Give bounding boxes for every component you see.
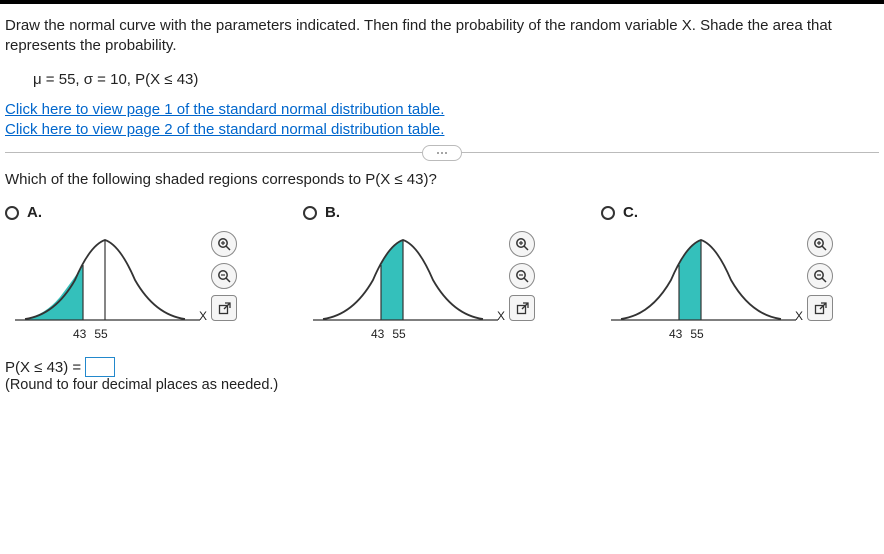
option-a-tick1: 43 <box>73 327 86 341</box>
radio-option-b[interactable] <box>303 206 317 220</box>
answer-row: P(X ≤ 43) = <box>5 357 879 377</box>
option-b-label: B. <box>325 204 340 221</box>
option-c-header: C. <box>601 204 879 221</box>
option-c-tick2: 55 <box>690 327 703 341</box>
option-b-graph-row: X 43 55 <box>303 225 581 339</box>
answer-input[interactable] <box>85 357 115 377</box>
option-c: C. X 43 55 <box>601 204 879 339</box>
radio-option-a[interactable] <box>5 206 19 220</box>
instruction-text: Draw the normal curve with the parameter… <box>5 16 879 57</box>
option-a-tools <box>211 231 237 321</box>
option-b-ticks: 43 55 <box>371 327 406 341</box>
reference-links: Click here to view page 1 of the standar… <box>5 100 879 141</box>
radio-option-c[interactable] <box>601 206 615 220</box>
popout-icon[interactable] <box>509 295 535 321</box>
option-c-tick1: 43 <box>669 327 682 341</box>
option-c-ticks: 43 55 <box>669 327 704 341</box>
option-a-graph: X 43 55 <box>5 225 205 339</box>
option-a: A. X 43 55 <box>5 204 283 339</box>
options-row: A. X 43 55 <box>5 204 879 339</box>
zoom-in-icon[interactable] <box>807 231 833 257</box>
zoom-in-icon[interactable] <box>509 231 535 257</box>
option-c-tools <box>807 231 833 321</box>
option-c-graph-row: X 43 55 <box>601 225 879 339</box>
option-b-tools <box>509 231 535 321</box>
option-b-tick2: 55 <box>392 327 405 341</box>
option-b-tick1: 43 <box>371 327 384 341</box>
option-a-graph-row: X 43 55 <box>5 225 283 339</box>
zoom-out-icon[interactable] <box>211 263 237 289</box>
zoom-out-icon[interactable] <box>807 263 833 289</box>
zoom-in-icon[interactable] <box>211 231 237 257</box>
zoom-out-icon[interactable] <box>509 263 535 289</box>
option-b-graph: X 43 55 <box>303 225 503 339</box>
question-text: Which of the following shaded regions co… <box>5 171 879 188</box>
parameters-text: μ = 55, σ = 10, P(X ≤ 43) <box>33 71 879 88</box>
option-c-label: C. <box>623 204 638 221</box>
link-table-page-1[interactable]: Click here to view page 1 of the standar… <box>5 100 879 120</box>
option-b-header: B. <box>303 204 581 221</box>
expand-pill[interactable] <box>422 145 462 161</box>
popout-icon[interactable] <box>807 295 833 321</box>
option-c-axis-label: X <box>795 309 803 323</box>
option-a-ticks: 43 55 <box>73 327 108 341</box>
normal-curve-b <box>303 225 503 335</box>
option-c-graph: X 43 55 <box>601 225 801 339</box>
content-area: Draw the normal curve with the parameter… <box>0 4 884 393</box>
answer-prefix: P(X ≤ 43) = <box>5 359 81 376</box>
option-b-axis-label: X <box>497 309 505 323</box>
option-b: B. X 43 55 <box>303 204 581 339</box>
section-divider <box>5 152 879 153</box>
rounding-hint: (Round to four decimal places as needed.… <box>5 377 879 393</box>
option-a-header: A. <box>5 204 283 221</box>
option-a-tick2: 55 <box>94 327 107 341</box>
popout-icon[interactable] <box>211 295 237 321</box>
option-a-label: A. <box>27 204 42 221</box>
normal-curve-c <box>601 225 801 335</box>
normal-curve-a <box>5 225 205 335</box>
link-table-page-2[interactable]: Click here to view page 2 of the standar… <box>5 120 879 140</box>
option-a-axis-label: X <box>199 309 207 323</box>
